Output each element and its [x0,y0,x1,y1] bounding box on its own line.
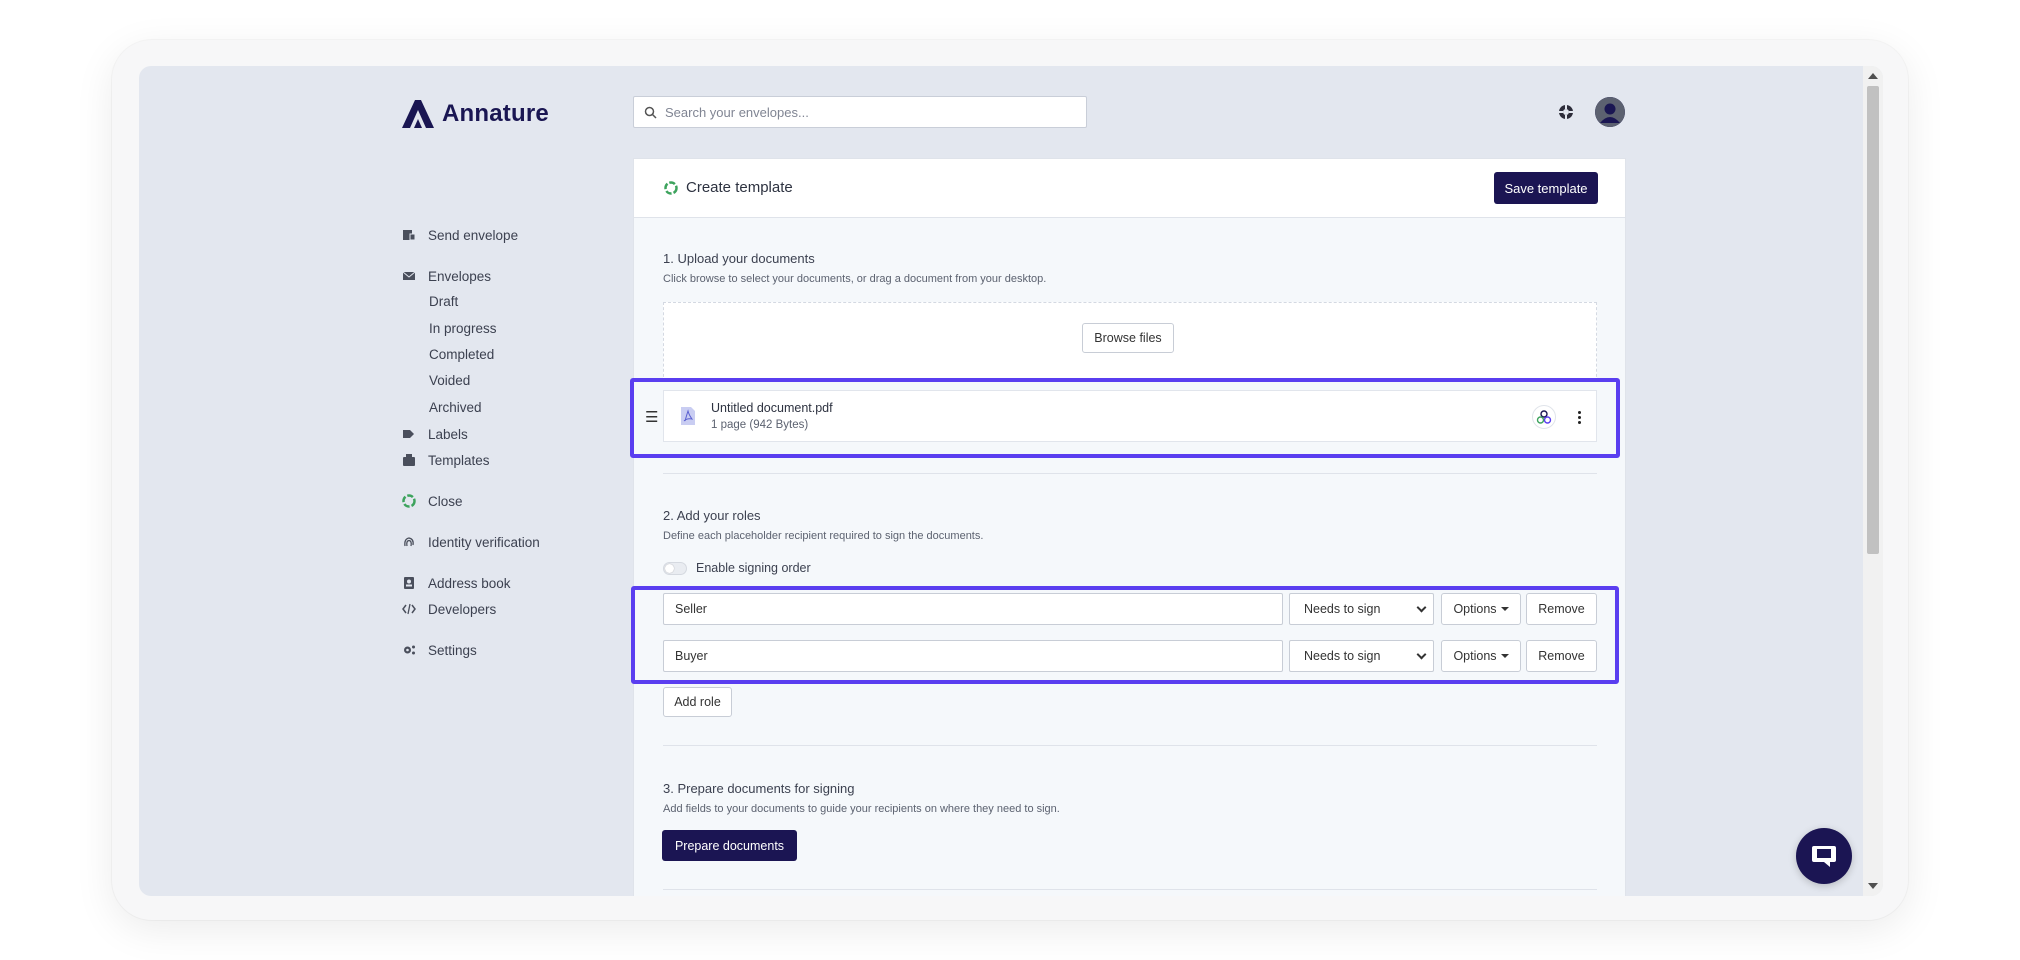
sidebar-item-draft[interactable]: Draft [429,291,458,313]
sidebar-item-developers[interactable]: Developers [402,598,496,620]
sidebar-item-labels[interactable]: Labels [402,423,468,445]
avatar[interactable] [1595,97,1625,127]
upload-section-description: Click browse to select your documents, o… [663,273,1047,285]
sidebar-item-in-progress[interactable]: In progress [429,318,497,340]
search-icon [644,106,657,119]
vertical-scrollbar[interactable] [1863,66,1883,896]
chat-icon [1812,846,1836,867]
sidebar-item-identity-verification[interactable]: Identity verification [402,531,540,553]
sidebar-item-address-book[interactable]: Address book [402,572,511,594]
logo-mark-icon [402,100,434,128]
brand-name: Annature [442,100,549,127]
template-icon [403,454,415,466]
scrollbar-thumb[interactable] [1867,86,1879,554]
section-divider [663,473,1597,474]
send-envelope-icon [403,230,416,241]
prepare-section-title: 3. Prepare documents for signing [663,781,855,796]
sidebar-item-voided[interactable]: Voided [429,370,470,392]
help-icon[interactable] [1557,103,1575,121]
gear-icon [404,645,415,655]
fingerprint-icon [404,537,414,547]
sidebar-item-label: Close [428,493,463,509]
search-bar[interactable] [633,96,1087,128]
sidebar-item-label: Developers [428,601,497,617]
sidebar-item-send-envelope[interactable]: Send envelope [402,224,518,246]
code-icon [402,603,416,615]
roles-highlight [631,586,1619,684]
chat-button[interactable] [1796,828,1852,884]
label-icon [403,430,414,438]
envelope-icon [402,271,416,280]
brand-logo[interactable]: Annature [402,100,549,128]
sidebar-item-label: Templates [428,452,490,468]
sidebar-item-templates[interactable]: Templates [402,449,490,471]
sidebar-item-label: Settings [428,642,477,658]
page-title-text: Create template [686,179,793,196]
prepare-section-description: Add fields to your documents to guide yo… [663,803,1060,815]
close-icon [402,494,416,508]
sidebar-item-label: Envelopes [428,268,492,284]
browse-files-button[interactable]: Browse files [1082,323,1174,353]
section-divider [663,745,1597,746]
app-window: Annature Send envelope Envelopes [139,66,1883,896]
create-template-card: Create template Save template 1. Upload … [630,158,1626,896]
document-highlight [630,378,1620,458]
template-close-icon [664,180,678,195]
scroll-up-arrow[interactable] [1868,73,1878,79]
scroll-down-arrow[interactable] [1868,883,1878,889]
address-book-icon [404,577,414,589]
signing-order-label: Enable signing order [696,561,811,575]
card-header: Create template Save template [634,159,1625,218]
sidebar-item-settings[interactable]: Settings [402,639,477,661]
sidebar-item-close[interactable]: Close [402,490,463,512]
search-input[interactable] [665,104,1065,120]
signing-order-toggle[interactable] [663,562,687,575]
section-divider [663,889,1597,890]
sidebar-item-label: Address book [428,575,511,591]
sidebar-item-label: Labels [428,426,468,442]
sidebar-item-completed[interactable]: Completed [429,344,494,366]
roles-section-title: 2. Add your roles [663,508,761,523]
page-title: Create template [664,179,793,196]
avatar-icon [1595,97,1625,127]
sidebar-item-label: Send envelope [428,227,519,243]
sidebar-item-label: Identity verification [428,534,540,550]
roles-section-description: Define each placeholder recipient requir… [663,530,984,542]
sidebar-item-archived[interactable]: Archived [429,397,482,419]
prepare-documents-button[interactable]: Prepare documents [662,830,797,861]
upload-section-title: 1. Upload your documents [663,251,815,266]
sidebar-item-envelopes[interactable]: Envelopes [402,265,491,287]
save-template-button[interactable]: Save template [1494,172,1598,204]
add-role-button[interactable]: Add role [663,687,732,717]
